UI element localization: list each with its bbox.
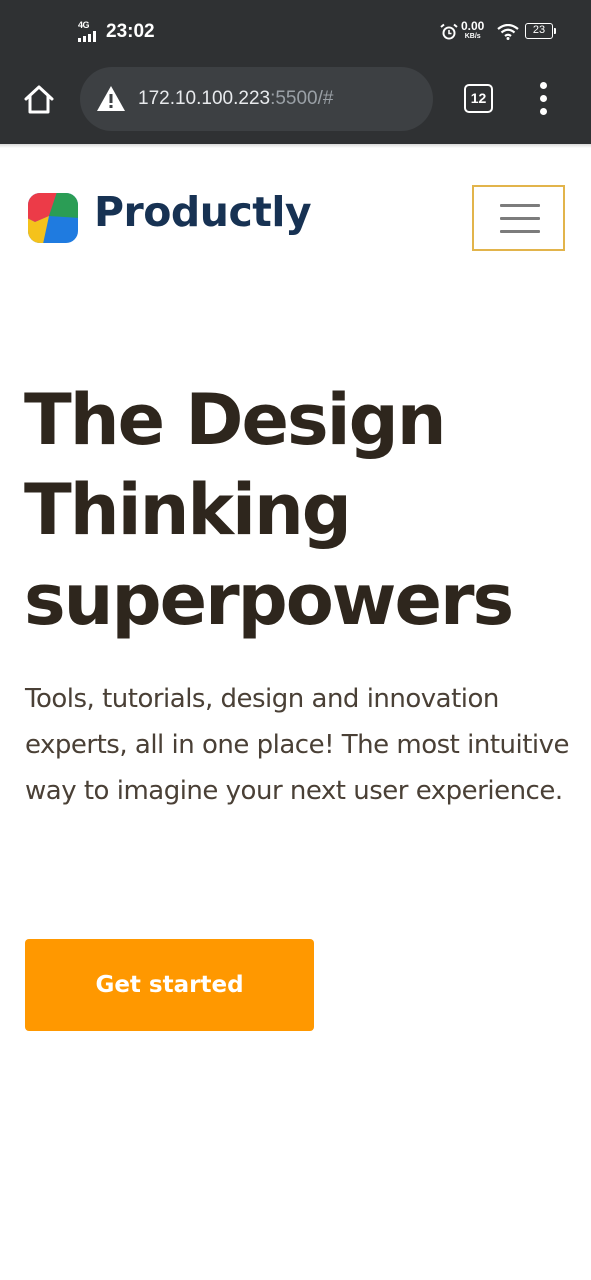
more-menu-icon[interactable]: [536, 82, 552, 116]
hero-description: Tools, tutorials, design and innovation …: [25, 684, 570, 806]
toolbar-shadow: [0, 144, 591, 148]
battery-icon: 23: [525, 23, 556, 39]
home-icon[interactable]: [22, 83, 56, 117]
productly-logo-icon[interactable]: [27, 192, 79, 244]
get-started-button[interactable]: Get started: [25, 939, 314, 1031]
network-type: 4G: [78, 20, 90, 30]
brand-name[interactable]: Productly: [94, 188, 312, 236]
signal-icon: 4G: [78, 20, 100, 44]
site-header: Productly: [0, 150, 591, 260]
insecure-warning-icon[interactable]: [96, 85, 126, 112]
address-bar[interactable]: 172.10.100.223:5500/#: [80, 67, 433, 131]
hamburger-menu-button[interactable]: [472, 185, 565, 251]
wifi-icon: [497, 24, 519, 40]
url-host: 172.10.100.223: [138, 88, 271, 109]
alarm-icon: [440, 23, 458, 40]
browser-toolbar: 172.10.100.223:5500/# 12: [0, 64, 591, 144]
status-time: 23:02: [106, 21, 155, 42]
url-text[interactable]: 172.10.100.223:5500/#: [138, 88, 333, 110]
tabs-icon[interactable]: 12: [464, 84, 493, 113]
status-bar: 4G 23:02 0.00 KB/s 23: [0, 0, 591, 64]
url-path: :5500/#: [270, 88, 334, 109]
hero-title: The Design Thinking superpowers: [24, 379, 514, 641]
net-speed: 0.00 KB/s: [461, 19, 485, 40]
